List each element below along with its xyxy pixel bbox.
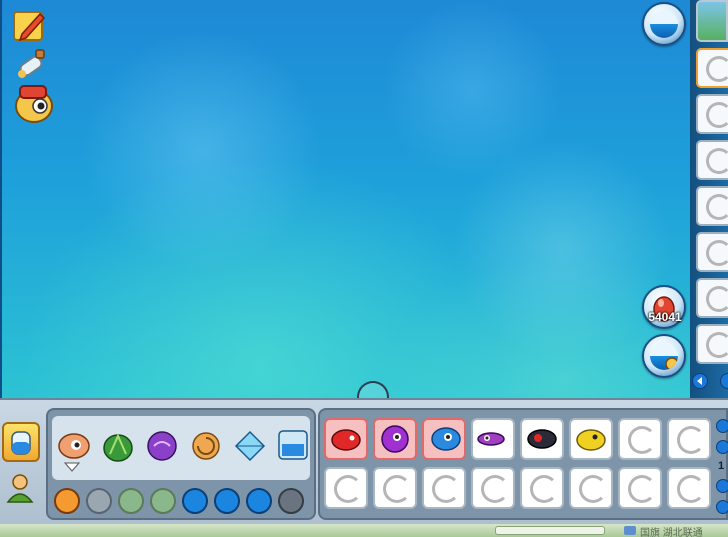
- scenery-icon[interactable]: [276, 428, 310, 462]
- loading-icon: [432, 475, 460, 503]
- green-arrow-icon[interactable]: [118, 488, 144, 514]
- loading-slot[interactable]: [373, 467, 417, 509]
- side-tabs: [0, 400, 44, 526]
- right-slot[interactable]: [696, 94, 728, 134]
- loading-slot[interactable]: [569, 467, 613, 509]
- gray-ring-icon[interactable]: [86, 488, 112, 514]
- loading-icon: [530, 475, 558, 503]
- loading-icon: [481, 475, 509, 503]
- nautilus-shell-icon[interactable]: [188, 428, 224, 464]
- left-arrow-icon[interactable]: [692, 373, 708, 389]
- network-icon: [624, 526, 636, 535]
- scroll-down-icon[interactable]: [716, 479, 728, 493]
- edit-pencil-icon[interactable]: [10, 6, 50, 46]
- loading-icon: [383, 475, 411, 503]
- purple-orb-icon[interactable]: [144, 428, 180, 464]
- gray-dark-icon[interactable]: [278, 488, 304, 514]
- seaweed-icon[interactable]: [100, 428, 136, 464]
- loading-icon: [628, 475, 656, 503]
- purple-puffer-icon[interactable]: [373, 418, 417, 460]
- category-row: [52, 416, 310, 480]
- right-slot[interactable]: [696, 140, 728, 180]
- loading-slot[interactable]: [324, 467, 368, 509]
- water-tank-button[interactable]: [642, 2, 686, 46]
- loading-icon: [677, 475, 705, 503]
- right-slot[interactable]: [696, 48, 728, 88]
- person-icon: [6, 474, 34, 503]
- category-panel: [46, 408, 316, 520]
- loading-slot[interactable]: [520, 467, 564, 509]
- right-panel: [690, 0, 728, 398]
- loading-slot[interactable]: [471, 467, 515, 509]
- page-number: 1: [718, 460, 725, 472]
- crystal-icon[interactable]: [232, 428, 268, 464]
- red-piranha-icon[interactable]: [324, 418, 368, 460]
- chat-input[interactable]: [495, 526, 605, 535]
- loading-slot[interactable]: [618, 467, 662, 509]
- loading-slot[interactable]: [667, 418, 711, 460]
- loading-slot[interactable]: [422, 467, 466, 509]
- bottle-icon: [11, 431, 31, 455]
- scroll-up-icon[interactable]: [716, 440, 728, 454]
- fish-mascot-icon[interactable]: [10, 80, 56, 126]
- scene-thumbnail[interactable]: [696, 0, 728, 42]
- blue-up-icon[interactable]: [182, 488, 208, 514]
- refresh-icon: [665, 357, 678, 370]
- green-w-icon[interactable]: [150, 488, 176, 514]
- feed-button[interactable]: [642, 334, 686, 378]
- yellow-piranha-icon[interactable]: [569, 418, 613, 460]
- scroll-bottom-icon[interactable]: [716, 500, 728, 514]
- right-arrow-icon[interactable]: [720, 373, 728, 389]
- status-text: 国旗 湖北联通: [640, 528, 703, 537]
- blue-down-icon[interactable]: [214, 488, 240, 514]
- loading-icon: [628, 426, 656, 454]
- loading-icon: [677, 426, 705, 454]
- tab-character[interactable]: [2, 470, 40, 510]
- right-slot[interactable]: [696, 232, 728, 272]
- subcategory-row: [48, 482, 314, 518]
- bottom-toolbar: 1: [0, 398, 728, 524]
- loading-icon: [334, 475, 362, 503]
- potion-bottle-icon[interactable]: [10, 44, 50, 84]
- blue-cross-icon[interactable]: [246, 488, 272, 514]
- egg-count-value: 54041: [648, 310, 682, 324]
- right-slot[interactable]: [696, 278, 728, 318]
- black-red-fish-icon[interactable]: [520, 418, 564, 460]
- blue-fish-icon[interactable]: [422, 418, 466, 460]
- loading-icon: [579, 475, 607, 503]
- loading-slot[interactable]: [667, 467, 711, 509]
- status-bar: 国旗 湖北联通: [0, 524, 728, 537]
- scroll-top-icon[interactable]: [716, 419, 728, 433]
- loading-slot[interactable]: [618, 418, 662, 460]
- clownfish-icon[interactable]: [56, 428, 92, 464]
- right-slot[interactable]: [696, 186, 728, 226]
- item-grid: 1: [318, 408, 728, 520]
- orange-swirl-icon[interactable]: [54, 488, 80, 514]
- tab-items[interactable]: [2, 422, 40, 462]
- selected-indicator-icon: [64, 462, 80, 472]
- right-slot[interactable]: [696, 324, 728, 364]
- aquarium-view[interactable]: 54041: [0, 0, 690, 413]
- purple-eel-icon[interactable]: [471, 418, 515, 460]
